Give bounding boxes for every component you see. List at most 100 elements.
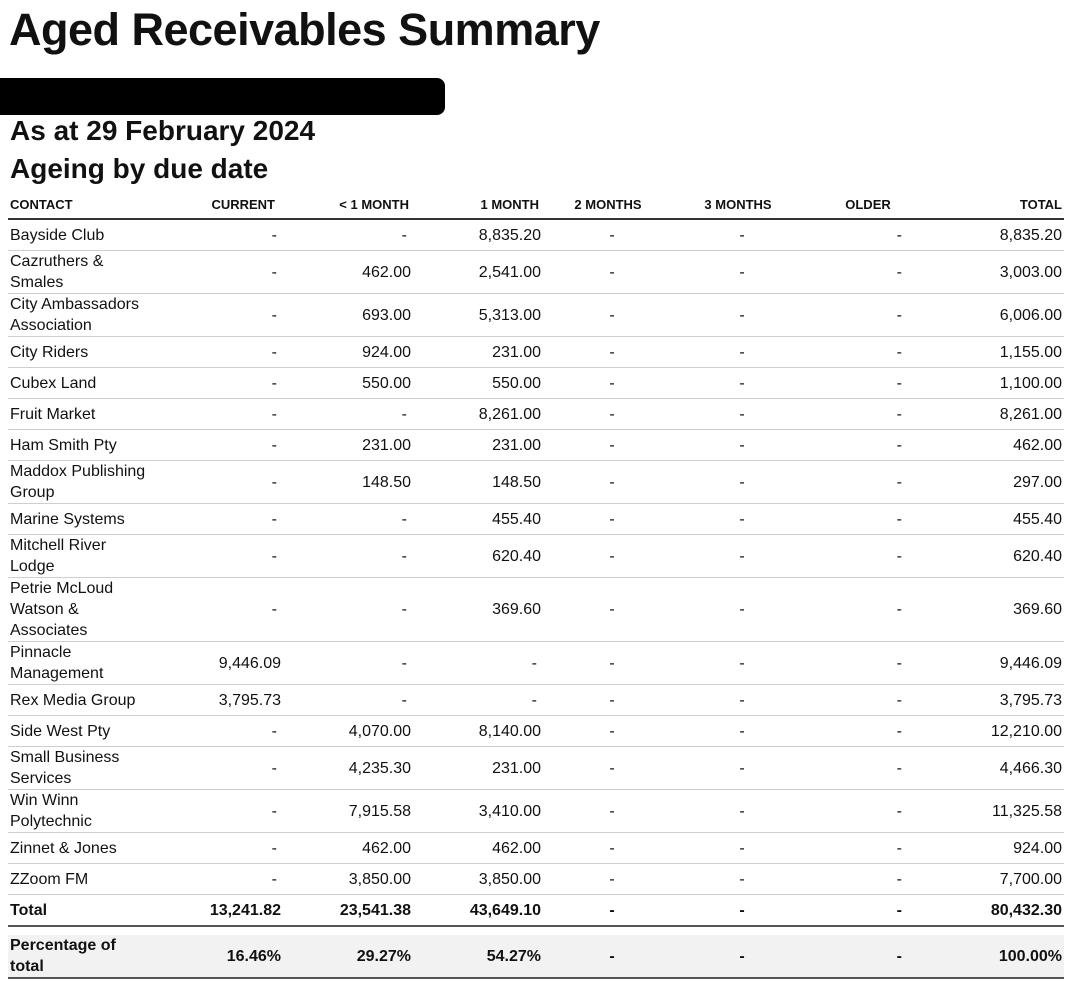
contact-name: Zinnet & Jones [8,832,148,864]
cell-older: - [803,832,933,864]
column-header-current: CURRENT [148,190,283,220]
table-row: Side West Pty -4,070.00 8,140.00- - -12,210.… [8,715,1064,747]
total-total: 80,432.30 [933,894,1064,927]
cell-less-than-1-month: - [283,577,413,642]
cell-current: - [148,398,283,430]
cell-current: - [148,715,283,747]
cell-older: - [803,367,933,399]
cell-less-than-1-month: 4,070.00 [283,715,413,747]
percentage-3-months: - [673,935,803,979]
table-row: City Riders -924.00 231.00- - -1,155.00 [8,336,1064,368]
cell-1-month: 8,261.00 [413,398,543,430]
cell-less-than-1-month: - [283,641,413,685]
cell-total: 924.00 [933,832,1064,864]
cell-less-than-1-month: - [283,503,413,535]
cell-current: 3,795.73 [148,684,283,716]
total-3-months: - [673,894,803,927]
report-date: As at 29 February 2024 [10,115,316,146]
cell-1-month: 3,850.00 [413,863,543,895]
cell-1-month: - [413,684,543,716]
cell-3-months: - [673,863,803,895]
cell-total: 8,835.20 [933,219,1064,251]
contact-name: Cazruthers & Smales [8,250,148,294]
total-1-month: 43,649.10 [413,894,543,927]
cell-less-than-1-month: 148.50 [283,460,413,504]
percentage-older: - [803,935,933,979]
cell-2-months: - [543,715,673,747]
cell-current: - [148,789,283,833]
cell-1-month: 369.60 [413,577,543,642]
cell-3-months: - [673,336,803,368]
cell-3-months: - [673,534,803,578]
total-2-months: - [543,894,673,927]
column-header-older: OLDER [803,190,933,220]
cell-3-months: - [673,746,803,790]
cell-total: 12,210.00 [933,715,1064,747]
table-row: Rex Media Group 3,795.73- - - - -3,795.73 [8,684,1064,716]
cell-2-months: - [543,367,673,399]
cell-1-month: 2,541.00 [413,250,543,294]
cell-1-month: 550.00 [413,367,543,399]
contact-name: Small Business Services [8,746,148,790]
cell-1-month: 455.40 [413,503,543,535]
cell-total: 8,261.00 [933,398,1064,430]
cell-older: - [803,398,933,430]
table-row: Cazruthers & Smales -462.00 2,541.00- - -3,0… [8,250,1064,294]
cell-current: - [148,746,283,790]
cell-less-than-1-month: 693.00 [283,293,413,337]
cell-older: - [803,746,933,790]
cell-older: - [803,715,933,747]
cell-total: 369.60 [933,577,1064,642]
table-row: Small Business Services -4,235.30 231.00- -… [8,746,1064,790]
cell-2-months: - [543,460,673,504]
cell-current: - [148,336,283,368]
cell-older: - [803,577,933,642]
cell-2-months: - [543,577,673,642]
contact-name: ZZoom FM [8,863,148,895]
table-row: Fruit Market - -8,261.00- - -8,261.00 [8,398,1064,430]
cell-2-months: - [543,429,673,461]
cell-1-month: 620.40 [413,534,543,578]
cell-older: - [803,684,933,716]
cell-older: - [803,789,933,833]
contact-name: Cubex Land [8,367,148,399]
aged-receivables-table: CONTACT CURRENT < 1 MONTH 1 MONTH 2 MONT… [8,190,1064,979]
table-row: Zinnet & Jones -462.00 462.00- - -924.00 [8,832,1064,864]
cell-older: - [803,641,933,685]
cell-less-than-1-month: 231.00 [283,429,413,461]
cell-total: 6,006.00 [933,293,1064,337]
table-header-row: CONTACT CURRENT < 1 MONTH 1 MONTH 2 MONT… [8,190,1064,220]
cell-current: - [148,367,283,399]
cell-total: 9,446.09 [933,641,1064,685]
cell-2-months: - [543,746,673,790]
cell-1-month: 462.00 [413,832,543,864]
cell-total: 1,155.00 [933,336,1064,368]
table-row: Mitchell River Lodge - -620.40- - -620.40 [8,534,1064,578]
cell-3-months: - [673,293,803,337]
column-header-less-than-1-month: < 1 MONTH [283,190,413,220]
percentage-current: 16.46% [148,935,283,979]
cell-2-months: - [543,503,673,535]
cell-total: 462.00 [933,429,1064,461]
column-header-2-months: 2 MONTHS [543,190,673,220]
cell-total: 620.40 [933,534,1064,578]
cell-less-than-1-month: 3,850.00 [283,863,413,895]
contact-name: Side West Pty [8,715,148,747]
cell-2-months: - [543,250,673,294]
cell-current: - [148,534,283,578]
table-row: Maddox Publishing Group -148.50 148.50- - -2… [8,460,1064,504]
cell-less-than-1-month: 924.00 [283,336,413,368]
contact-name: Mitchell River Lodge [8,534,148,578]
cell-current: - [148,429,283,461]
cell-total: 3,003.00 [933,250,1064,294]
cell-less-than-1-month: 462.00 [283,832,413,864]
cell-2-months: - [543,832,673,864]
cell-3-months: - [673,577,803,642]
table-row: ZZoom FM -3,850.00 3,850.00- - -7,700.00 [8,863,1064,895]
cell-1-month: 3,410.00 [413,789,543,833]
cell-3-months: - [673,684,803,716]
table-row: City Ambassadors Association -693.00 5,313… [8,293,1064,337]
cell-older: - [803,534,933,578]
cell-less-than-1-month: - [283,534,413,578]
cell-current: - [148,293,283,337]
